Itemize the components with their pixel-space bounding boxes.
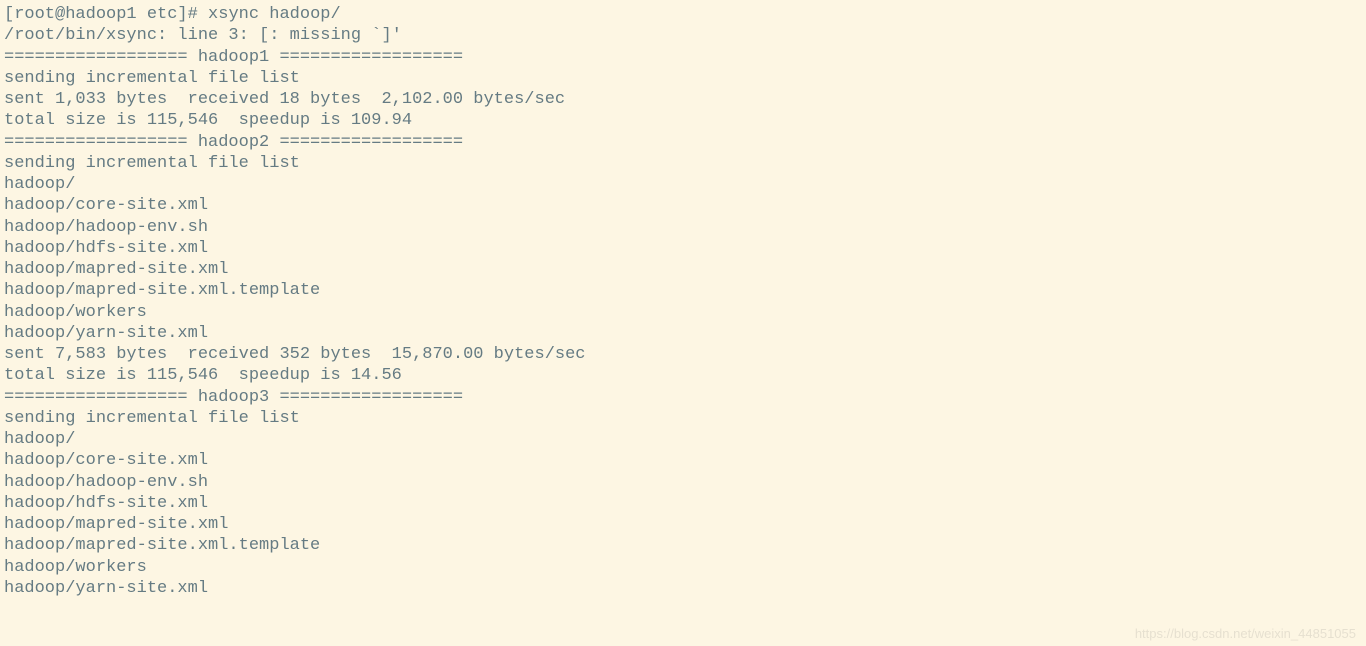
output-line: hadoop/mapred-site.xml.template [4,280,1362,301]
output-line: hadoop/workers [4,557,1362,578]
output-line: hadoop/workers [4,302,1362,323]
output-line: sending incremental file list [4,408,1362,429]
output-line: sent 7,583 bytes received 352 bytes 15,8… [4,344,1362,365]
output-line: hadoop/yarn-site.xml [4,578,1362,599]
output-line: total size is 115,546 speedup is 109.94 [4,110,1362,131]
output-line: ================== hadoop3 =============… [4,387,1362,408]
output-line: ================== hadoop2 =============… [4,132,1362,153]
output-line: ================== hadoop1 =============… [4,47,1362,68]
output-line: hadoop/mapred-site.xml [4,514,1362,535]
watermark-text: https://blog.csdn.net/weixin_44851055 [1135,626,1356,642]
output-line: sent 1,033 bytes received 18 bytes 2,102… [4,89,1362,110]
output-line: total size is 115,546 speedup is 14.56 [4,365,1362,386]
prompt-line[interactable]: [root@hadoop1 etc]# xsync hadoop/ [4,4,1362,25]
output-line: hadoop/hadoop-env.sh [4,472,1362,493]
output-line: hadoop/mapred-site.xml [4,259,1362,280]
output-line: hadoop/hadoop-env.sh [4,217,1362,238]
output-line: hadoop/core-site.xml [4,195,1362,216]
output-line: hadoop/hdfs-site.xml [4,238,1362,259]
command-text: xsync hadoop/ [208,5,341,24]
shell-prompt: [root@hadoop1 etc]# [4,5,208,24]
output-line: hadoop/ [4,429,1362,450]
output-line: /root/bin/xsync: line 3: [: missing `]' [4,25,1362,46]
output-line: hadoop/yarn-site.xml [4,323,1362,344]
terminal-window[interactable]: [root@hadoop1 etc]# xsync hadoop/ /root/… [4,4,1362,599]
output-line: sending incremental file list [4,68,1362,89]
output-line: hadoop/hdfs-site.xml [4,493,1362,514]
output-line: hadoop/mapred-site.xml.template [4,535,1362,556]
output-line: hadoop/ [4,174,1362,195]
output-line: hadoop/core-site.xml [4,450,1362,471]
output-line: sending incremental file list [4,153,1362,174]
